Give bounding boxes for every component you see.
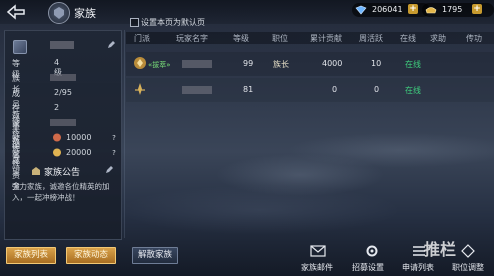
player-name-blurred (182, 86, 212, 94)
position-adjust-button[interactable]: 职位调整 (452, 262, 484, 273)
player-online-status: 在线 (405, 86, 421, 95)
default-page-checkbox[interactable] (130, 18, 139, 27)
player-weekly-active: 0 (374, 85, 380, 94)
resource-gold: 1795 (422, 3, 494, 17)
sect-icon (134, 57, 146, 69)
col-weekly-active[interactable]: 周活跃 (359, 33, 383, 44)
col-contribution[interactable]: 累计贡献 (310, 33, 342, 44)
add-gold-button[interactable]: + (472, 4, 482, 14)
member-table-header: 门派 玩家名字 等级 职位 累计贡献 周活跃 在线 求助 传功 (126, 32, 494, 44)
edit-announcement-icon[interactable] (104, 165, 114, 175)
crystal-amount: 206041 (372, 5, 403, 14)
family-id-blurred (50, 119, 76, 126)
family-emblem-icon (48, 2, 70, 24)
funds-icon (53, 148, 61, 157)
player-contribution: 0 (332, 85, 338, 94)
blue-crystal-icon (355, 5, 367, 15)
player-contribution: 4000 (322, 59, 343, 68)
add-crystal-button[interactable]: + (408, 4, 418, 14)
table-row[interactable]: 81 0 0 在线 (126, 78, 494, 102)
watermark-text: 推栏 (424, 240, 457, 259)
announcement-text: 强力家族，诚邀各位精英的加入，一起冲榜冲战！ (12, 182, 110, 202)
application-list-button[interactable]: 申请列表 (402, 262, 434, 273)
disband-family-button[interactable]: 解散家族 (132, 247, 178, 264)
col-position[interactable]: 职位 (272, 33, 288, 44)
family-list-button[interactable]: 家族列表 (6, 247, 56, 264)
leader-name-blurred (50, 74, 76, 81)
announcement-title: 家族公告 (44, 168, 81, 178)
table-row[interactable]: «拔萃» 99 族长 4000 10 在线 (126, 52, 494, 76)
resource-crystal: 206041 (352, 3, 430, 17)
prestige-help-icon[interactable]: ? (110, 134, 118, 142)
prestige-icon (53, 133, 61, 142)
player-position: 族长 (273, 60, 289, 69)
edit-name-icon[interactable] (106, 40, 116, 50)
announcement-icon (32, 167, 40, 175)
sect-icon (135, 83, 145, 95)
family-mail-button[interactable]: 家族邮件 (301, 262, 333, 273)
page-title: 家族 (74, 7, 96, 20)
back-arrow-icon[interactable] (6, 3, 26, 21)
family-info-panel (4, 30, 122, 240)
player-title-badge: «拔萃» (148, 61, 171, 69)
col-online[interactable]: 在线 (400, 33, 416, 44)
funds-help-icon[interactable]: ? (110, 149, 118, 157)
col-player-name: 玩家名字 (176, 34, 208, 43)
player-weekly-active: 10 (371, 59, 382, 68)
gold-ingot-icon (425, 7, 437, 14)
announcement-header: 家族公告 (13, 165, 117, 178)
gear-icon[interactable] (364, 244, 380, 258)
top-bar: 家族 206041 + 1795 + (0, 0, 494, 24)
mail-icon[interactable] (310, 244, 326, 258)
player-name-blurred (182, 60, 212, 68)
panel-divider (124, 30, 125, 238)
player-level: 81 (243, 85, 254, 94)
player-online-status: 在线 (405, 60, 421, 69)
position-adjust-icon[interactable] (460, 244, 476, 258)
col-transfer: 传功 (466, 34, 482, 43)
recruit-settings-button[interactable]: 招募设置 (352, 262, 384, 273)
family-avatar (13, 40, 27, 54)
col-sect: 门派 (134, 34, 150, 43)
col-help: 求助 (430, 34, 446, 43)
default-page-label: 设置本页为默认页 (141, 18, 205, 27)
gold-amount: 1795 (442, 5, 463, 14)
col-level[interactable]: 等级 (233, 33, 249, 44)
family-activity-button[interactable]: 家族动态 (66, 247, 116, 264)
player-level: 99 (243, 59, 254, 68)
family-name-blurred (50, 41, 74, 49)
